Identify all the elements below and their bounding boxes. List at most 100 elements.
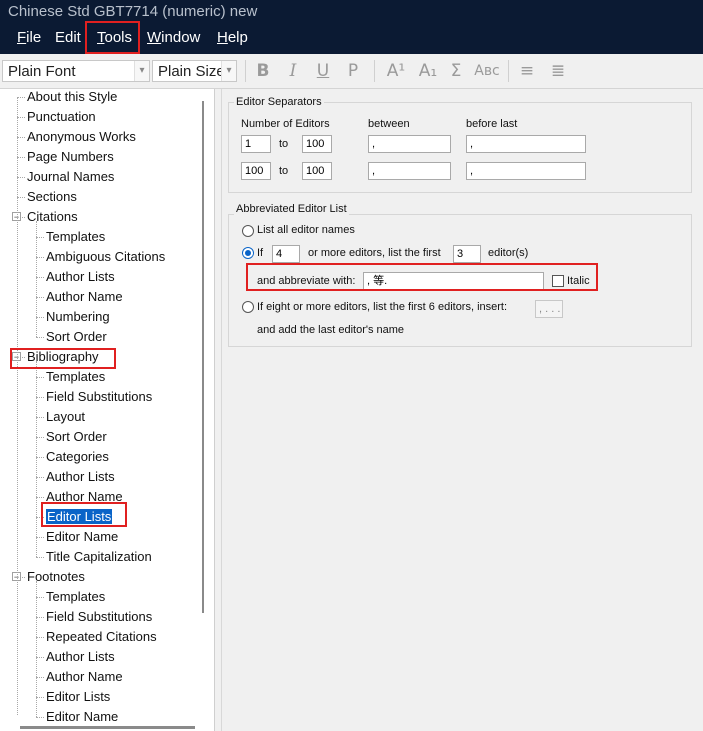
small-caps-button[interactable]: Aʙᴄ: [472, 58, 502, 84]
col-number-of-editors: Number of Editors: [241, 118, 330, 130]
tree-vertical-scrollbar[interactable]: [199, 93, 207, 613]
abbreviated-editor-list-title: Abbreviated Editor List: [234, 203, 349, 215]
editor-lists-panel: Editor Separators Number of Editors betw…: [222, 89, 703, 731]
menu-window[interactable]: Window: [147, 29, 200, 46]
tree-item-label: Journal Names: [27, 169, 115, 184]
tree-item[interactable]: Bibliography: [27, 347, 99, 367]
underline-button[interactable]: U: [311, 58, 335, 84]
tree-item[interactable]: Sections: [27, 187, 77, 207]
toolbar-divider: [374, 60, 375, 82]
tree-item-label: Templates: [46, 369, 106, 384]
tree-item[interactable]: Author Name: [46, 287, 123, 307]
panel-splitter[interactable]: [215, 89, 222, 731]
tree-item[interactable]: About this Style: [27, 89, 117, 107]
sep-row1-to-input[interactable]: 100: [302, 135, 332, 153]
font-value: Plain Font: [8, 63, 76, 80]
tree-connector: [36, 457, 44, 458]
superscript-button[interactable]: A¹: [384, 58, 408, 84]
sep-row2-to-label: to: [279, 165, 289, 177]
sep-row1-between-input[interactable]: ,: [368, 135, 451, 153]
tree-connector: [36, 537, 44, 538]
tree-item-label: Categories: [46, 449, 109, 464]
tree-item-label: Field Substitutions: [46, 609, 153, 624]
sep-row2-between-input[interactable]: ,: [368, 162, 451, 180]
italic-button[interactable]: I: [281, 58, 305, 84]
bold-button[interactable]: B: [251, 58, 275, 84]
tree-item-label: Author Name: [46, 289, 123, 304]
tree-item[interactable]: Editor Lists: [46, 687, 110, 707]
tree-connector: [36, 657, 44, 658]
size-dropdown[interactable]: Plain Size ▾: [152, 60, 237, 82]
tree-horizontal-scrollbar[interactable]: [20, 726, 195, 729]
eight-or-more-radio[interactable]: [242, 301, 254, 313]
tree-item[interactable]: Citations: [27, 207, 78, 227]
tree-item[interactable]: Templates: [46, 587, 105, 607]
tree-item-label: Author Lists: [46, 469, 115, 484]
tree-connector: [36, 437, 44, 438]
plain-button[interactable]: P: [341, 58, 365, 84]
tree-connector: [36, 397, 44, 398]
tree-item-label: Citations: [27, 209, 78, 224]
symbol-button[interactable]: Σ: [444, 58, 468, 84]
tree-item[interactable]: Repeated Citations: [46, 627, 157, 647]
subscript-button[interactable]: A₁: [416, 58, 440, 84]
tree-item[interactable]: Sort Order: [46, 427, 107, 447]
if-count-input[interactable]: 4: [272, 245, 300, 263]
menu-tools[interactable]: Tools: [97, 29, 132, 46]
if-more-editors-radio[interactable]: [242, 247, 254, 259]
tree-item[interactable]: Layout: [46, 407, 85, 427]
editors-suffix-label: editor(s): [488, 247, 529, 259]
menu-edit[interactable]: Edit: [55, 29, 81, 46]
tree-connector: [17, 137, 25, 138]
scrollbar-thumb[interactable]: [202, 101, 204, 613]
tree-item-label: Anonymous Works: [27, 129, 136, 144]
italic-label: Italic: [567, 275, 590, 287]
abbreviation-input[interactable]: , 等.: [363, 272, 544, 290]
tree-item-label: Author Lists: [46, 649, 115, 664]
sep-row2-to-input[interactable]: 100: [302, 162, 332, 180]
tree-connector: [36, 697, 44, 698]
list-all-radio[interactable]: [242, 225, 254, 237]
italic-checkbox[interactable]: [552, 275, 564, 287]
tree-item[interactable]: Punctuation: [27, 107, 96, 127]
sep-row1-to-label: to: [279, 138, 289, 150]
tree-item[interactable]: Templates: [46, 227, 105, 247]
tree-item[interactable]: Editor Name: [46, 707, 118, 727]
insert-input[interactable]: , . . .: [535, 300, 563, 318]
tree-item[interactable]: Numbering: [46, 307, 110, 327]
tree-item[interactable]: Page Numbers: [27, 147, 114, 167]
menu-file[interactable]: File: [17, 29, 41, 46]
align-left-icon[interactable]: ≡: [515, 58, 539, 84]
tree-item[interactable]: Author Lists: [46, 467, 115, 487]
tree-item[interactable]: Field Substitutions: [46, 607, 152, 627]
tree-item[interactable]: Field Substitutions: [46, 387, 152, 407]
add-last-label: and add the last editor's name: [257, 324, 405, 336]
tree-item-label: Sort Order: [46, 429, 107, 444]
font-dropdown[interactable]: Plain Font ▾: [2, 60, 150, 82]
tree-item[interactable]: Categories: [46, 447, 109, 467]
tree-item-label: Editor Name: [46, 529, 119, 544]
tree-item[interactable]: Ambiguous Citations: [46, 247, 165, 267]
justify-icon[interactable]: ≣: [546, 58, 570, 84]
tree-item-label: Numbering: [46, 309, 110, 324]
tree-item[interactable]: Journal Names: [27, 167, 114, 187]
chevron-down-icon: ▾: [221, 61, 236, 81]
tree-connector: [36, 581, 37, 717]
tree-item[interactable]: Sort Order: [46, 327, 107, 347]
tree-item[interactable]: Templates: [46, 367, 105, 387]
sep-row1-from-input[interactable]: 1: [241, 135, 271, 153]
tree-item[interactable]: Author Name: [46, 487, 123, 507]
tree-item[interactable]: Author Name: [46, 667, 123, 687]
sep-row2-before-last-input[interactable]: ,: [466, 162, 586, 180]
tree-connector: [36, 597, 44, 598]
first-count-input[interactable]: 3: [453, 245, 481, 263]
tree-item[interactable]: Author Lists: [46, 267, 115, 287]
menu-help[interactable]: Help: [217, 29, 248, 46]
tree-item[interactable]: Editor Name: [46, 527, 118, 547]
tree-item[interactable]: Author Lists: [46, 647, 115, 667]
tree-item[interactable]: Editor Lists: [46, 507, 113, 527]
tree-item[interactable]: Anonymous Works: [27, 127, 136, 147]
sep-row1-before-last-input[interactable]: ,: [466, 135, 586, 153]
tree-item[interactable]: Title Capitalization: [46, 547, 152, 567]
sep-row2-from-input[interactable]: 100: [241, 162, 271, 180]
